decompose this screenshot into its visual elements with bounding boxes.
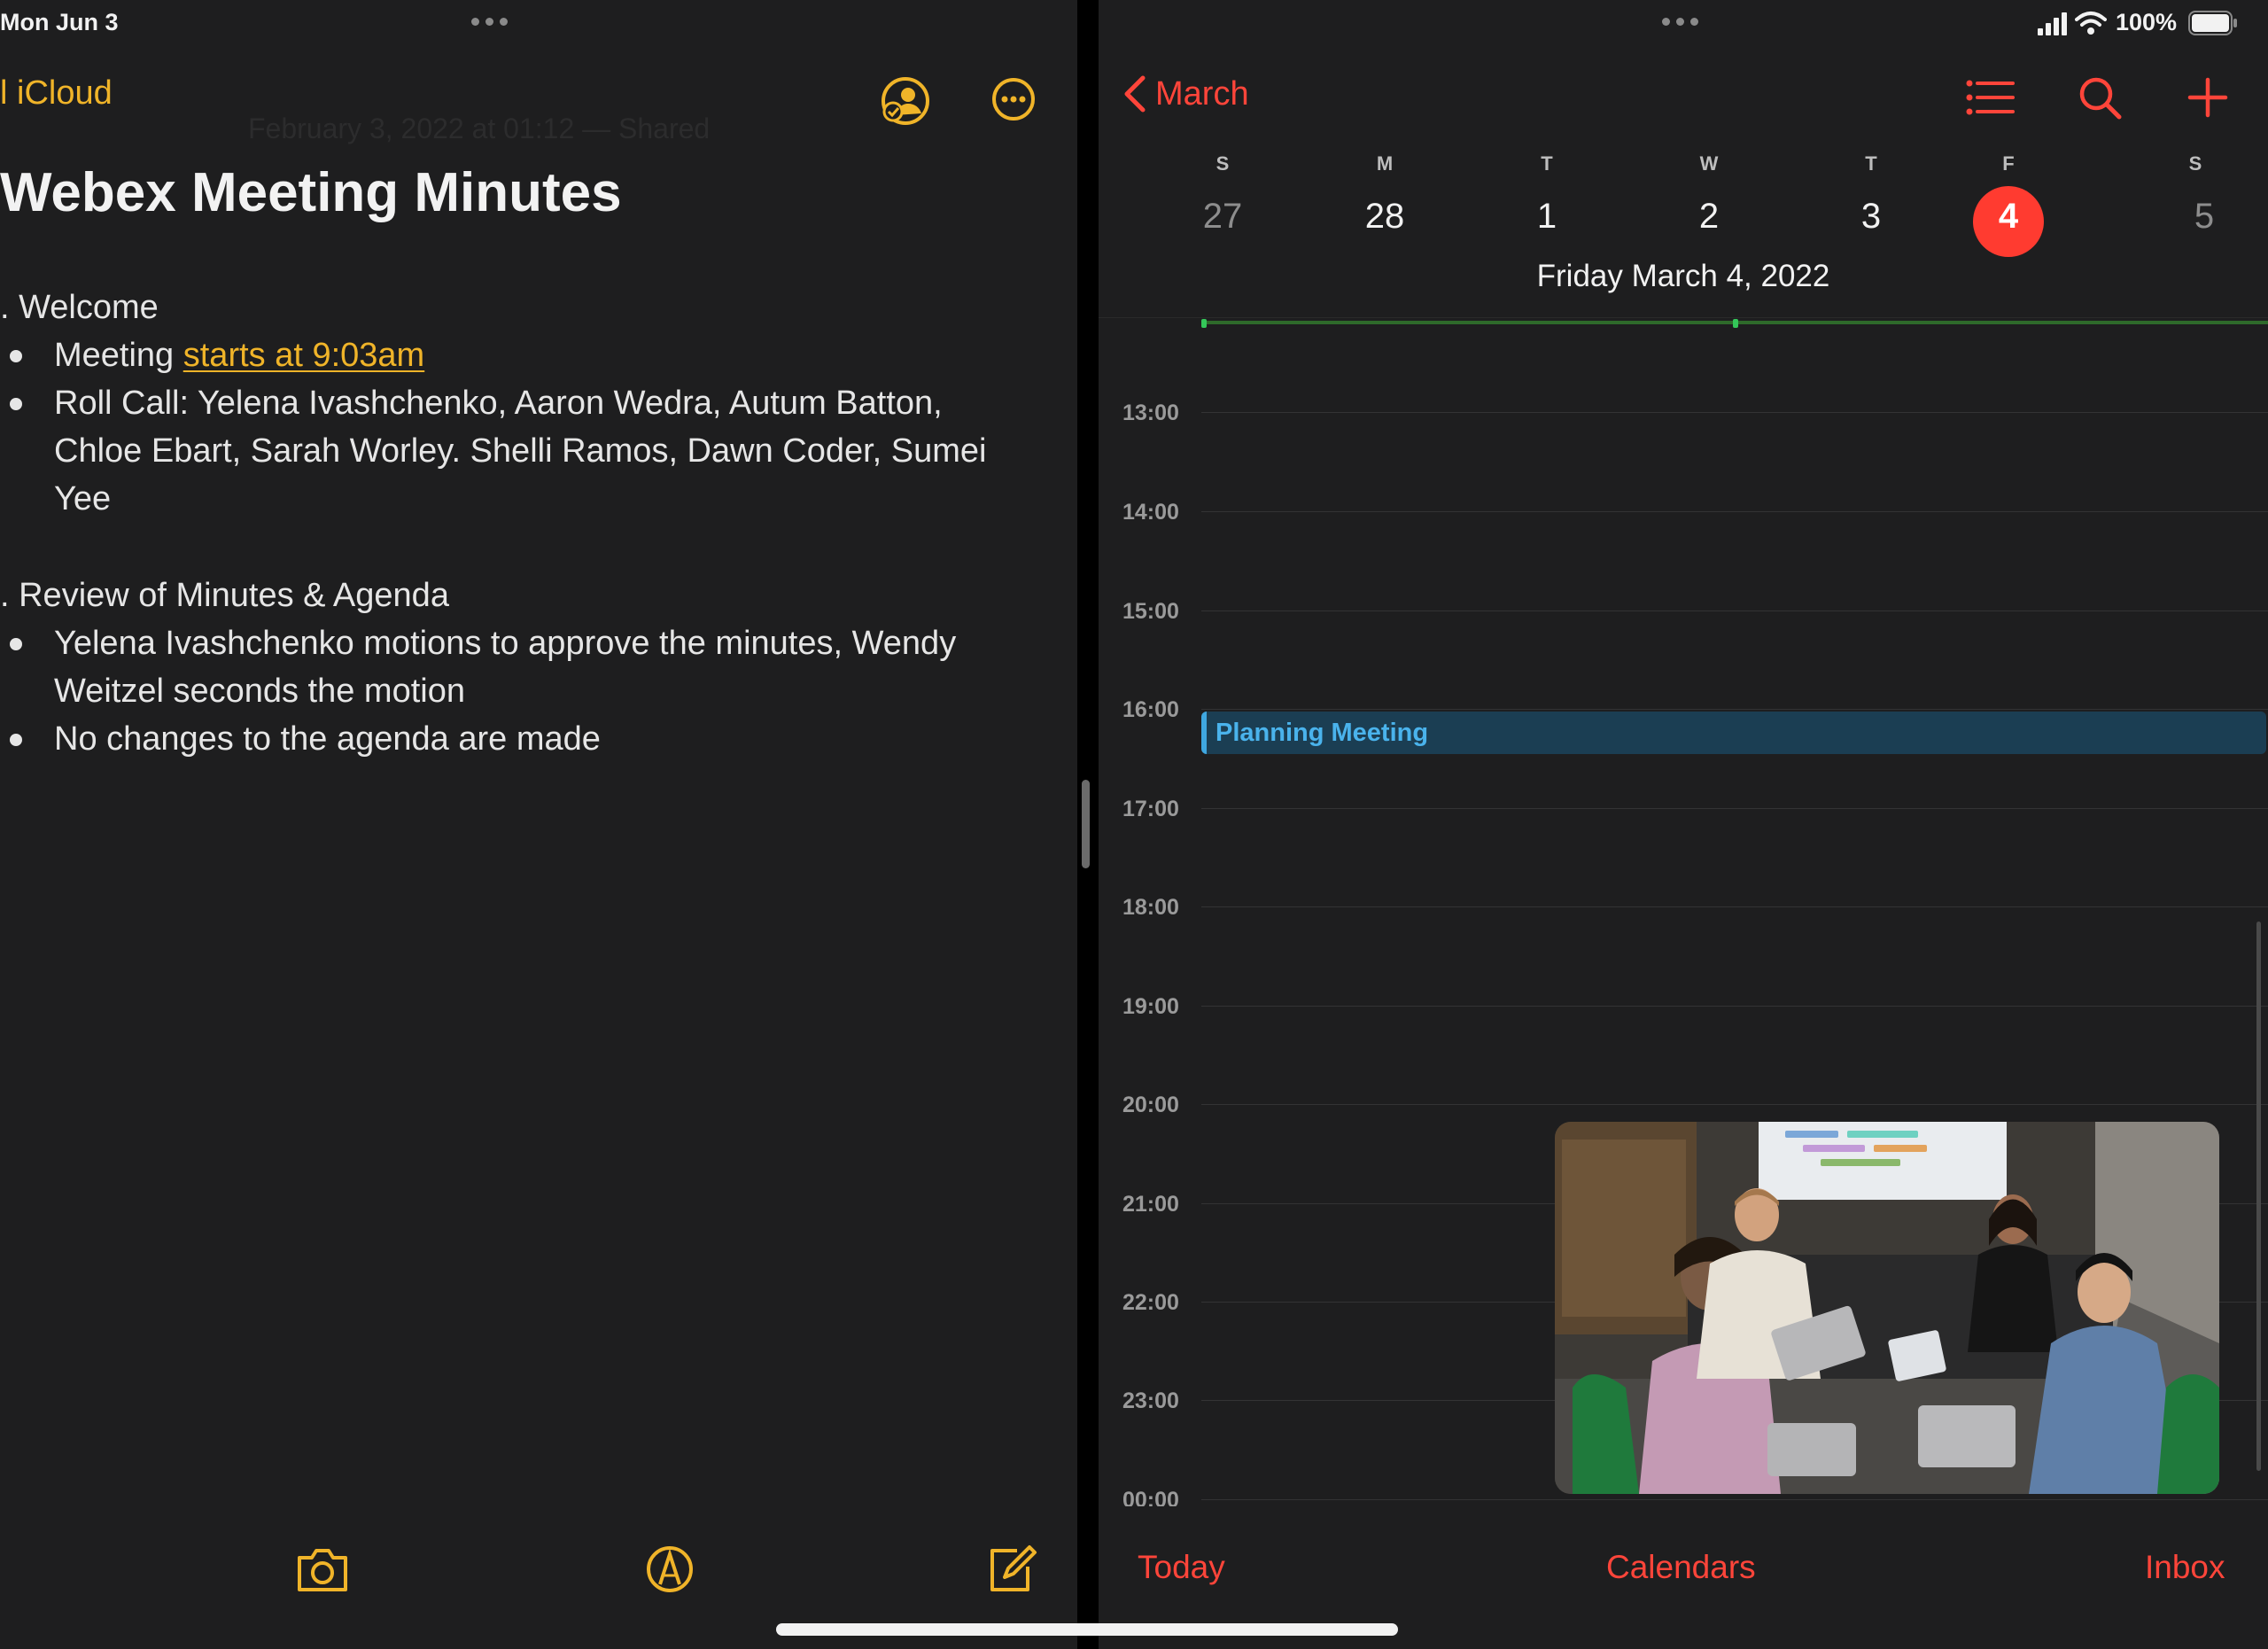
list-item-roll-call-line-2[interactable]: Chloe Ebart, Sarah Worley. Shelli Ramos,… (54, 427, 987, 475)
hour-label: 17:00 (1122, 797, 1179, 821)
multitasking-dots[interactable] (471, 18, 508, 26)
hour-label: 23:00 (1122, 1388, 1179, 1413)
current-time-marker (1733, 319, 1738, 328)
current-time-line (1201, 319, 2268, 328)
status-time: Mon Jun 3 (0, 9, 119, 35)
list-item-motion-line-2[interactable]: Weitzel seconds the motion (54, 667, 465, 715)
inbox-button[interactable]: Inbox (2145, 1549, 2225, 1586)
hour-label: 14:00 (1122, 500, 1179, 525)
bullet (10, 734, 22, 746)
weekday-tue: T (1541, 152, 1553, 175)
plus-icon[interactable] (2181, 74, 2234, 121)
day-3[interactable]: 3 (1836, 197, 1907, 237)
hour-gridline (1201, 709, 2268, 710)
note-date-subtitle: February 3, 2022 at 01:12 — Shared (248, 113, 711, 144)
header-separator (1099, 317, 2268, 318)
calendars-button[interactable]: Calendars (1606, 1549, 1756, 1586)
hour-label: 00:00 (1122, 1488, 1179, 1506)
day-1[interactable]: 1 (1511, 197, 1582, 237)
pen-tip-icon[interactable] (641, 1544, 698, 1595)
hour-gridline (1201, 511, 2268, 512)
bullet (10, 398, 22, 410)
home-indicator[interactable] (776, 1623, 1398, 1636)
note-title[interactable]: Webex Meeting Minutes (0, 161, 622, 224)
notes-pane: Mon Jun 3 l iCloud February 3, 2022 at 0… (0, 0, 1077, 1649)
weekday-sat: S (2188, 152, 2202, 175)
bullet (10, 350, 22, 362)
picture-in-picture-video[interactable] (1555, 1122, 2219, 1494)
hour-label: 13:00 (1122, 401, 1179, 425)
hour-label: 21:00 (1122, 1192, 1179, 1217)
battery-percentage: 100% (2116, 9, 2178, 35)
search-icon[interactable] (2073, 74, 2126, 121)
cellular-signal-icon (2038, 12, 2067, 35)
day-5[interactable]: 5 (2169, 197, 2240, 237)
today-button[interactable]: Today (1138, 1549, 1225, 1586)
weekday-sun: S (1216, 152, 1230, 175)
multitasking-dots[interactable] (1662, 18, 1698, 26)
event-planning-meeting[interactable]: Planning Meeting (1201, 712, 2266, 754)
hour-gridline (1201, 808, 2268, 809)
wifi-icon (2075, 12, 2107, 35)
section-heading-review[interactable]: . Review of Minutes & Agenda (0, 572, 449, 619)
hour-gridline (1201, 1104, 2268, 1105)
weekday-fri: F (2002, 152, 2015, 175)
ellipsis-circle-icon[interactable] (990, 76, 1037, 122)
list-icon[interactable] (1963, 74, 2016, 121)
battery-icon (2188, 11, 2237, 35)
timeline-scrollbar[interactable] (2256, 922, 2261, 1471)
hour-gridline (1201, 412, 2268, 413)
compose-icon[interactable] (985, 1544, 1042, 1595)
day-28[interactable]: 28 (1349, 197, 1420, 237)
selected-date-label: Friday March 4, 2022 (1536, 259, 1830, 293)
list-item-agenda[interactable]: No changes to the agenda are made (54, 715, 601, 763)
bullet (10, 638, 22, 650)
person-checkmark-icon[interactable] (879, 74, 932, 128)
back-to-icloud-button[interactable]: l iCloud (0, 74, 113, 113)
day-4[interactable]: 4 (1973, 197, 2044, 237)
video-participants-image (1555, 1122, 2219, 1494)
list-item-motion-line-1[interactable]: Yelena Ivashchenko motions to approve th… (54, 619, 956, 667)
chevron-left-icon (1124, 75, 1146, 113)
split-view-divider-handle[interactable] (1082, 780, 1090, 868)
hour-gridline (1201, 1499, 2268, 1500)
list-item-meeting-start[interactable]: Meeting starts at 9:03am (54, 331, 424, 379)
hour-label: 22:00 (1122, 1290, 1179, 1315)
weekday-wed: W (1699, 152, 1719, 175)
hour-label: 16:00 (1122, 697, 1179, 722)
hour-label: 20:00 (1122, 1093, 1179, 1117)
current-time-marker (1201, 319, 1207, 328)
back-label: March (1155, 74, 1249, 113)
day-2[interactable]: 2 (1674, 197, 1744, 237)
list-item-roll-call-line-1[interactable]: Roll Call: Yelena Ivashchenko, Aaron Wed… (54, 379, 943, 427)
hour-gridline (1201, 1006, 2268, 1007)
day-27[interactable]: 27 (1187, 197, 1258, 237)
list-item-text: Meeting (54, 337, 183, 374)
hour-label: 15:00 (1122, 599, 1179, 624)
hour-label: 18:00 (1122, 895, 1179, 920)
back-to-march-button[interactable]: March (1123, 74, 1249, 113)
camera-icon[interactable] (294, 1544, 351, 1595)
hour-label: 19:00 (1122, 994, 1179, 1019)
section-heading-welcome[interactable]: . Welcome (0, 284, 159, 331)
time-link[interactable]: starts at 9:03am (183, 337, 424, 374)
list-item-roll-call-line-3[interactable]: Yee (54, 475, 111, 523)
weekday-thu: T (1865, 152, 1877, 175)
hour-gridline (1201, 906, 2268, 907)
weekday-mon: M (1376, 152, 1394, 175)
